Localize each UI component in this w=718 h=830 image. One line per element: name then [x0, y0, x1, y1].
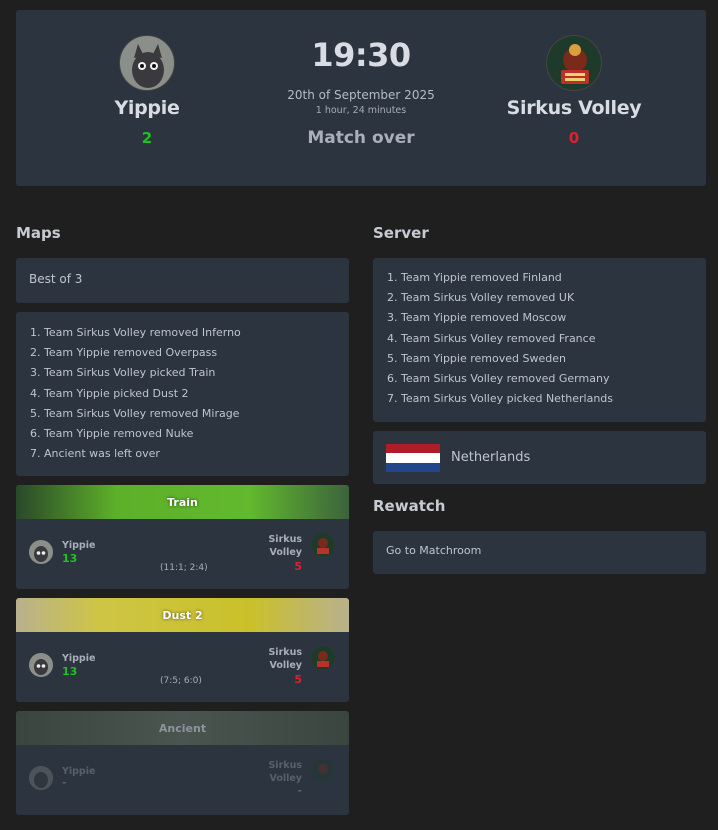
half-scores: (11:1; 2:4) — [160, 563, 208, 573]
team1-map-score: 13 — [62, 552, 78, 565]
list-item: 4. Team Sirkus Volley removed France — [387, 331, 596, 345]
match-info: 19:30 20th of September 2025 1 hour, 24 … — [261, 36, 461, 148]
list-item: 2. Team Sirkus Volley removed UK — [387, 291, 575, 305]
netherlands-flag-icon — [386, 444, 440, 472]
list-item: 1. Team Sirkus Volley removed Inferno — [30, 326, 241, 339]
team2-avatar[interactable] — [546, 35, 602, 91]
map-banner: Dust 2 — [16, 598, 349, 632]
list-item: 6. Team Sirkus Volley removed Germany — [387, 372, 610, 386]
team1-map-score: - — [62, 776, 67, 789]
map-name: Train — [167, 495, 198, 509]
flag-stripe-blue — [386, 462, 440, 472]
match-status: Match over — [307, 128, 415, 148]
team1-label: Yippie — [62, 766, 96, 777]
map-name: Dust 2 — [162, 608, 203, 622]
matchroom-link-label[interactable]: Go to Matchroom — [386, 544, 693, 557]
team2-map-score: 5 — [294, 673, 302, 686]
map-banner: Ancient — [16, 711, 349, 745]
half-scores: (7:5; 6:0) — [160, 676, 202, 686]
team2-name[interactable]: Sirkus Volley — [474, 97, 674, 119]
rewatch-title: Rewatch — [373, 497, 446, 515]
list-item: 1. Team Yippie removed Finland — [387, 271, 562, 284]
team2-label: Sirkus Volley — [268, 759, 302, 785]
list-item: 5. Team Yippie removed Sweden — [387, 351, 566, 365]
map-result-body: Yippie - Sirkus Volley - — [16, 745, 349, 815]
team2-label-line2: Volley — [269, 660, 302, 671]
team2-small-avatar — [311, 759, 335, 783]
map-result-ancient: Ancient Yippie - Sirkus Volley - — [16, 711, 349, 815]
team2-block: Sirkus Volley 0 — [474, 35, 674, 147]
team2-score: 0 — [568, 129, 580, 147]
list-item: 2. Team Yippie removed Overpass — [30, 346, 218, 360]
team1-label: Yippie — [62, 653, 96, 664]
team2-map-score: 5 — [294, 560, 302, 573]
team1-avatar[interactable] — [119, 35, 175, 91]
match-time: 19:30 — [311, 36, 411, 74]
list-item: 5. Team Sirkus Volley removed Mirage — [30, 406, 240, 420]
team1-label: Yippie — [62, 540, 96, 551]
maps-title: Maps — [16, 224, 61, 242]
flag-stripe-red — [386, 444, 440, 454]
team2-label-line1: Sirkus — [268, 760, 302, 771]
map-result-train[interactable]: Train Yippie 13 (11:1; 2:4) Sirkus Volle… — [16, 485, 349, 589]
server-location: Netherlands — [451, 450, 531, 465]
team1-small-avatar — [29, 540, 53, 564]
match-duration: 1 hour, 24 minutes — [315, 105, 407, 116]
list-item: 7. Team Sirkus Volley picked Netherlands — [387, 392, 614, 406]
team2-label: Sirkus Volley — [268, 533, 302, 559]
match-date: 20th of September 2025 — [287, 88, 435, 102]
maps-veto-list: 1. Team Sirkus Volley removed Inferno 2.… — [16, 312, 349, 476]
team2-label-line2: Volley — [269, 547, 302, 558]
list-item: 7. Ancient was left over — [30, 447, 160, 461]
list-item: 3. Team Yippie removed Moscow — [387, 311, 567, 325]
list-item: 4. Team Yippie picked Dust 2 — [30, 386, 189, 400]
list-item: 6. Team Yippie removed Nuke — [30, 427, 194, 441]
team1-small-avatar — [29, 766, 53, 790]
team1-small-avatar — [29, 653, 53, 677]
team2-small-avatar — [311, 646, 335, 670]
map-result-dust2[interactable]: Dust 2 Yippie 13 (7:5; 6:0) Sirkus Volle… — [16, 598, 349, 702]
team2-label-line1: Sirkus — [268, 534, 302, 545]
team1-score: 2 — [141, 129, 153, 147]
server-veto-list: 1. Team Yippie removed Finland 2. Team S… — [373, 258, 706, 422]
team2-small-avatar — [311, 533, 335, 557]
server-title: Server — [373, 224, 429, 242]
team2-map-score: - — [297, 784, 302, 797]
team1-block: Yippie 2 — [47, 35, 247, 147]
flag-stripe-white — [386, 453, 440, 463]
team1-map-score: 13 — [62, 665, 78, 678]
map-result-body: Yippie 13 (7:5; 6:0) Sirkus Volley 5 — [16, 632, 349, 702]
map-result-body: Yippie 13 (11:1; 2:4) Sirkus Volley 5 — [16, 519, 349, 589]
list-item: 3. Team Sirkus Volley picked Train — [30, 366, 216, 380]
matchroom-link[interactable]: Go to Matchroom — [373, 531, 706, 574]
team2-label: Sirkus Volley — [268, 646, 302, 672]
maps-format: Best of 3 — [29, 272, 83, 286]
team2-label-line1: Sirkus — [268, 647, 302, 658]
maps-format-box: Best of 3 — [16, 258, 349, 303]
map-banner: Train — [16, 485, 349, 519]
match-header: Yippie 2 19:30 20th of September 2025 1 … — [16, 10, 706, 186]
selected-server: Netherlands — [373, 431, 706, 484]
team1-name[interactable]: Yippie — [47, 97, 247, 119]
map-name: Ancient — [158, 721, 207, 735]
